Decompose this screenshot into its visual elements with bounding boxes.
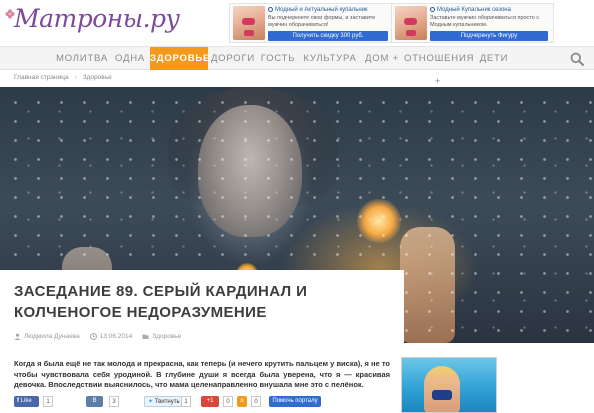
ad-banner-2[interactable]: Модный Купальник сезона Заставьте мужчин… bbox=[391, 3, 554, 43]
ad-text: Вы подчеркнете свои формы, и заставите м… bbox=[268, 15, 376, 28]
tweet-button[interactable]: ✦ Твитнуть bbox=[144, 396, 184, 407]
breadcrumb-current[interactable]: Здоровье bbox=[83, 74, 112, 81]
odnoklassniki-count: 0 bbox=[251, 396, 261, 407]
odnoklassniki-button[interactable]: o bbox=[237, 396, 247, 407]
article-date: 13.06.2014 bbox=[99, 333, 133, 340]
ad-button[interactable]: Подчеркнуть Фигуру bbox=[430, 31, 548, 41]
page: Матроны.ру Модный и Актуальный купальник… bbox=[0, 0, 594, 413]
tweet-count: 1 bbox=[181, 396, 191, 407]
twitter-icon: ✦ bbox=[148, 399, 154, 405]
ad-text: Заставьте мужчин оборачиваться просто с … bbox=[430, 15, 540, 28]
nav-item-otnosheniya[interactable]: ОТНОШЕНИЯ + bbox=[404, 47, 473, 87]
nav-item-zdorovie[interactable]: ЗДОРОВЬЕ bbox=[150, 47, 209, 70]
ad-check-icon bbox=[268, 7, 273, 12]
vk-share-count: 3 bbox=[109, 396, 119, 407]
breadcrumb: Главная страница › Здоровье bbox=[14, 74, 112, 86]
nav-item-dom[interactable]: ДОМ + bbox=[362, 47, 402, 70]
ad-title[interactable]: Модный Купальник сезона bbox=[430, 7, 511, 13]
folder-icon bbox=[142, 334, 149, 339]
logo-text: Матроны.ру bbox=[14, 4, 180, 33]
main-nav: МОЛИТВА ОДНА ЗДОРОВЬЕ ДОРОГИ ГОСТЬ КУЛЬТ… bbox=[0, 46, 594, 87]
author-name[interactable]: Людмила Дунаева bbox=[24, 333, 80, 340]
vk-share-button[interactable]: B bbox=[86, 396, 103, 407]
search-icon[interactable] bbox=[570, 52, 584, 66]
gplus-count: 0 bbox=[223, 396, 233, 407]
article-lead: Когда я была ещё не так молода и прекрас… bbox=[14, 359, 390, 389]
nav-item-molitva[interactable]: МОЛИТВА bbox=[52, 47, 112, 70]
nav-item-gost[interactable]: ГОСТЬ bbox=[258, 47, 298, 70]
sidebar-ad-image[interactable] bbox=[401, 357, 497, 413]
facebook-like-button[interactable]: f Like bbox=[14, 396, 39, 407]
odnoklassniki-icon: o bbox=[240, 398, 244, 404]
ad-check-icon bbox=[430, 7, 435, 12]
help-portal-button[interactable]: Помочь порталу bbox=[269, 396, 321, 407]
breadcrumb-separator: › bbox=[74, 74, 77, 81]
flower-icon bbox=[5, 9, 15, 19]
author-icon bbox=[14, 333, 21, 340]
ad-title[interactable]: Модный и Актуальный купальник bbox=[268, 7, 368, 13]
ad-button[interactable]: Получить скидку 300 руб. bbox=[268, 31, 388, 41]
gplus-button[interactable]: +1 bbox=[201, 396, 219, 407]
article-category[interactable]: Здоровье bbox=[152, 333, 181, 340]
ad-thumbnail bbox=[395, 6, 427, 40]
facebook-like-count: 1 bbox=[43, 396, 53, 407]
nav-item-odna[interactable]: ОДНА bbox=[110, 47, 150, 70]
article-title: ЗАСЕДАНИЕ 89. СЕРЫЙ КАРДИНАЛ И КОЛЧЕНОГО… bbox=[14, 283, 308, 321]
article-meta: Людмила Дунаева 13.06.2014 Здоровье bbox=[14, 333, 181, 343]
nav-item-deti[interactable]: ДЕТИ bbox=[474, 47, 514, 70]
site-logo[interactable]: Матроны.ру bbox=[5, 4, 180, 33]
nav-item-kultura[interactable]: КУЛЬТУРА bbox=[300, 47, 360, 70]
breadcrumb-home[interactable]: Главная страница bbox=[14, 74, 69, 81]
ad-banner-1[interactable]: Модный и Актуальный купальник Вы подчерк… bbox=[229, 3, 395, 43]
site-header: Матроны.ру Модный и Актуальный купальник… bbox=[0, 0, 594, 46]
ad-thumbnail bbox=[233, 6, 265, 40]
nav-item-dorogi[interactable]: ДОРОГИ bbox=[210, 47, 256, 70]
clock-icon bbox=[89, 333, 97, 340]
